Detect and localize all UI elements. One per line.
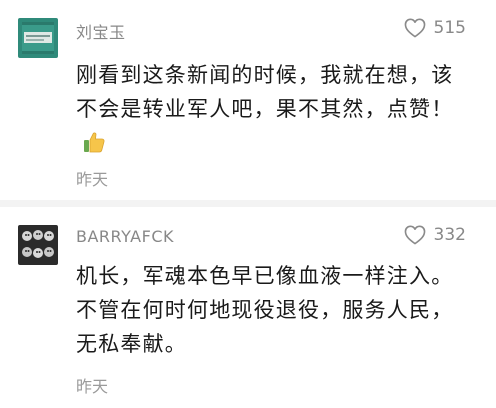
username[interactable]: 刘宝玉: [76, 19, 126, 43]
divider: [0, 200, 496, 207]
comment-item: BARRYAFCK 332 机长，军魂本色早已像血液一样注入。不管在何时何地现役…: [0, 207, 496, 408]
comment-time: 昨天: [76, 170, 109, 189]
thumbs-up-icon: [84, 132, 105, 153]
username[interactable]: BARRYAFCK: [76, 227, 174, 246]
avatar[interactable]: [18, 225, 58, 265]
like-button[interactable]: 515: [404, 18, 466, 38]
avatar[interactable]: [18, 18, 58, 58]
comment-item: 刘宝玉 515 刚看到这条新闻的时候，我就在想，该不会是转业军人吧，果不其然，点…: [0, 0, 496, 200]
heart-outline-icon: [404, 225, 425, 245]
comment-text-body: 刚看到这条新闻的时候，我就在想，该不会是转业军人吧，果不其然，点赞！: [76, 63, 454, 121]
like-count: 332: [433, 225, 466, 245]
heart-outline-icon: [404, 18, 425, 38]
like-button[interactable]: 332: [404, 225, 466, 245]
avatar-image: [18, 18, 58, 58]
like-count: 515: [433, 18, 466, 38]
avatar-image: [18, 225, 58, 265]
comment-time: 昨天: [76, 377, 109, 396]
comment-text: 刚看到这条新闻的时候，我就在想，该不会是转业军人吧，果不其然，点赞！: [76, 58, 456, 160]
comment-text: 机长，军魂本色早已像血液一样注入。不管在何时何地现役退役，服务人民，无私奉献。: [76, 264, 454, 356]
